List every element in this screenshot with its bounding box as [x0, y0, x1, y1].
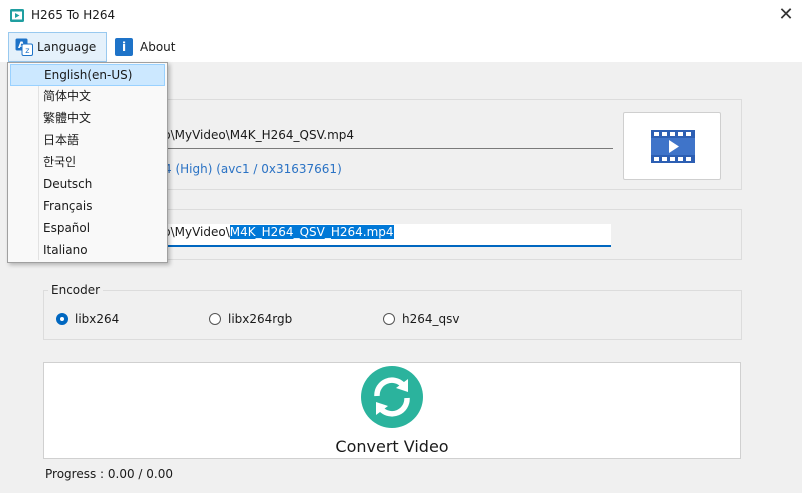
convert-icon	[361, 366, 423, 428]
video-file-icon	[651, 130, 695, 163]
language-option-de[interactable]: Deutsch	[10, 174, 165, 196]
language-option-es[interactable]: Español	[10, 218, 165, 240]
language-dropdown-menu: English(en-US) 简体中文 繁體中文 日本語 한국인 Deutsch…	[7, 62, 168, 263]
input-path-field[interactable]: ktop\MyVideo\M4K_H264_QSV.mp4	[144, 127, 613, 149]
open-video-button[interactable]	[623, 112, 721, 180]
language-icon: A z	[15, 38, 33, 56]
window-title: H265 To H264	[31, 8, 116, 22]
language-option-fr[interactable]: Français	[10, 196, 165, 218]
radio-libx264rgb-label[interactable]: libx264rgb	[228, 312, 292, 326]
language-option-ja[interactable]: 日本語	[10, 130, 165, 152]
radio-libx264rgb[interactable]	[209, 313, 221, 325]
menu-language-label: Language	[37, 40, 97, 54]
output-path-field[interactable]: ktop\MyVideo\M4K_H264_QSV_H264.mp4	[144, 224, 611, 247]
language-option-ko[interactable]: 한국인	[10, 152, 165, 174]
language-option-en-us[interactable]: English(en-US)	[10, 64, 165, 86]
app-icon	[10, 9, 24, 22]
radio-h264-qsv-label[interactable]: h264_qsv	[402, 312, 459, 326]
radio-libx264-label[interactable]: libx264	[75, 312, 119, 326]
convert-video-button[interactable]: Convert Video	[43, 362, 741, 459]
input-codec-info: 4 (High) (avc1 / 0x31637661)	[164, 162, 342, 176]
title-bar	[0, 0, 802, 32]
close-window-button[interactable]: ✕	[776, 5, 796, 25]
input-path-text: ktop\MyVideo\M4K_H264_QSV.mp4	[144, 128, 355, 142]
menu-language[interactable]: A z Language	[8, 32, 107, 62]
encoder-group-label: Encoder	[48, 283, 104, 297]
progress-text: Progress : 0.00 / 0.00	[45, 467, 173, 481]
language-option-it[interactable]: Italiano	[10, 240, 165, 262]
radio-h264-qsv[interactable]	[383, 313, 395, 325]
language-option-zh-tw[interactable]: 繁體中文	[10, 108, 165, 130]
output-path-selected: M4K_H264_QSV_H264.mp4	[229, 225, 394, 239]
menu-about[interactable]: i About	[115, 32, 185, 62]
convert-video-label: Convert Video	[335, 437, 449, 456]
info-icon: i	[115, 38, 133, 56]
svg-text:z: z	[25, 46, 29, 55]
language-option-zh-cn[interactable]: 简体中文	[10, 86, 165, 108]
radio-libx264[interactable]	[56, 313, 68, 325]
menu-about-label: About	[140, 40, 176, 54]
